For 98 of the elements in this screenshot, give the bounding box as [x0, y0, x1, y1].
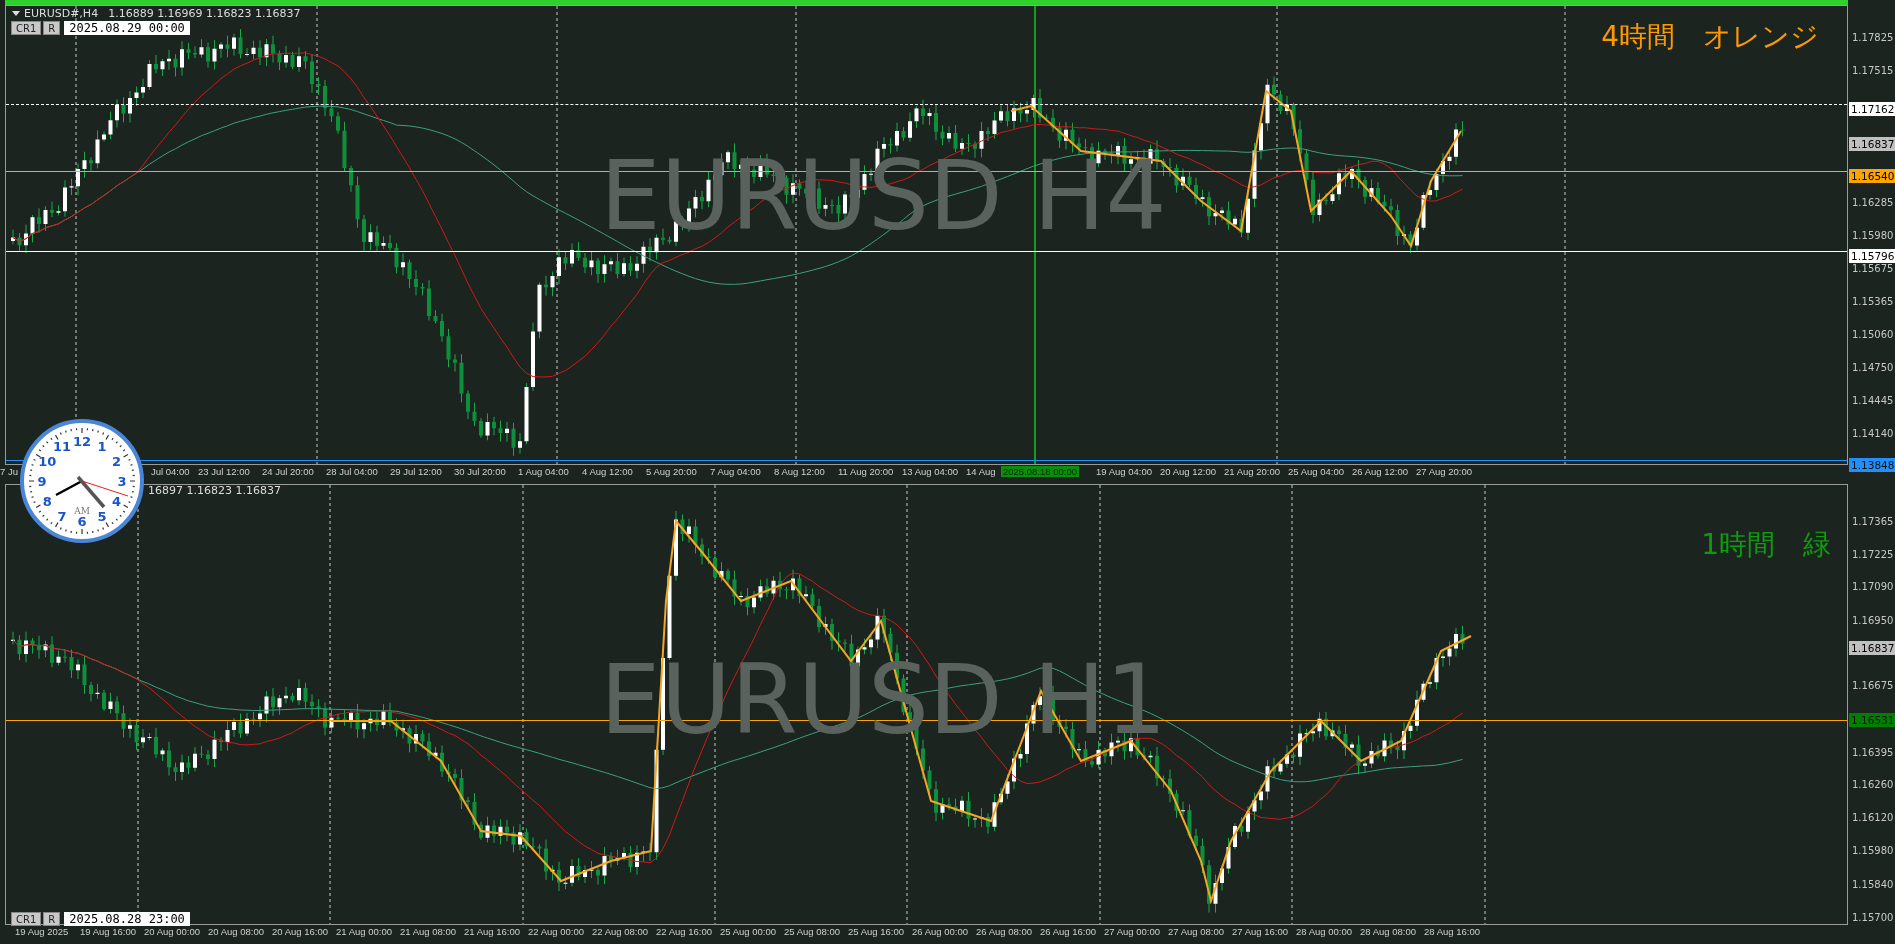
chart-note: 4時間 オレンジ	[1601, 19, 1819, 55]
chart-button[interactable]: R	[43, 912, 61, 926]
symbol-label: EURUSD#,H4	[24, 7, 99, 20]
price-label: 1.15840	[1852, 877, 1894, 892]
time-label: 27 Aug 16:00	[1232, 926, 1288, 937]
price-label: 1.16395	[1852, 745, 1894, 760]
time-label: 7 Ju	[0, 466, 18, 477]
time-label: 26 Aug 16:00	[1040, 926, 1096, 937]
clock-number: 4	[112, 494, 122, 509]
price-label: 1.16285	[1852, 196, 1894, 211]
time-label: 19 Aug 16:00	[80, 926, 136, 937]
price-label: 1.16120	[1852, 811, 1894, 826]
price-label: 1.16675	[1852, 679, 1894, 694]
price-label: 1.16950	[1852, 613, 1894, 628]
price-label: 1.17825	[1852, 31, 1894, 45]
time-label: 25 Aug 16:00	[848, 926, 904, 937]
time-label: 4 Aug 12:00	[582, 466, 633, 477]
clock-number: 2	[112, 454, 122, 469]
time-label: 11 Aug 20:00	[838, 466, 894, 477]
price-tag: 1.16837	[1849, 640, 1895, 655]
quote-text: 16897 1.16823 1.16837	[148, 484, 281, 497]
time-label: 5 Aug 20:00	[646, 466, 697, 477]
price-label: 1.15700	[1852, 911, 1894, 925]
time-label: 7 Aug 04:00	[710, 466, 761, 477]
time-label: 22 Aug 16:00	[656, 926, 712, 937]
clock-number: 11	[52, 439, 72, 455]
chart-button[interactable]: CR1	[11, 912, 42, 926]
am-label: AM	[74, 506, 90, 516]
price-label: 1.14140	[1852, 427, 1894, 441]
time-label: 28 Jul 04:00	[326, 466, 378, 477]
price-tag: 1.16540	[1849, 169, 1895, 184]
time-label: 25 Aug 00:00	[720, 926, 776, 937]
time-label: 22 Aug 00:00	[528, 926, 584, 937]
price-tag: 1.15796	[1849, 249, 1895, 264]
time-label: 27 Aug 20:00	[1416, 466, 1472, 477]
clock-number: 9	[37, 474, 47, 489]
clock-number: 3	[117, 474, 127, 489]
time-label: 28 Aug 00:00	[1296, 926, 1352, 937]
chart-button[interactable]: R	[43, 21, 61, 35]
clock-number: 6	[77, 514, 87, 529]
clock-number: 10	[38, 454, 57, 469]
price-label: 1.14445	[1852, 394, 1894, 409]
time-label: 13 Aug 04:00	[902, 466, 958, 477]
quote-text: 1.16889 1.16969 1.16823 1.16837	[108, 7, 301, 20]
price-tag: 1.16837	[1849, 137, 1895, 152]
date-field[interactable]: 2025.08.28 23:00	[64, 912, 190, 926]
time-label: 27 Aug 00:00	[1104, 926, 1160, 937]
clock-number: 1	[97, 439, 107, 455]
price-label: 1.14750	[1852, 361, 1894, 376]
cursor-time-tag: 2025.08.18 00:00	[1001, 466, 1079, 477]
time-label: 22 Aug 08:00	[592, 926, 648, 937]
price-label: 1.15060	[1852, 328, 1894, 343]
time-label: 20 Aug 16:00	[272, 926, 328, 937]
time-label: 1 Aug 04:00	[518, 466, 569, 477]
clock-number: 8	[42, 494, 52, 509]
price-label: 1.17515	[1852, 64, 1894, 79]
price-label: 1.17365	[1852, 515, 1894, 529]
clock-number: 7	[57, 508, 67, 524]
time-label: 21 Aug 16:00	[464, 926, 520, 937]
time-label: 21 Aug 20:00	[1224, 466, 1280, 477]
time-label: 8 Aug 12:00	[774, 466, 825, 477]
time-label: 30 Jul 20:00	[454, 466, 506, 477]
date-field[interactable]: 2025.08.29 00:00	[64, 21, 190, 35]
time-label: 24 Jul 20:00	[262, 466, 314, 477]
time-label: 28 Aug 16:00	[1424, 926, 1480, 937]
time-label: 26 Aug 12:00	[1352, 466, 1408, 477]
time-label: 14 Aug	[966, 466, 996, 477]
time-label: 19 Aug 04:00	[1096, 466, 1152, 477]
time-label: 19 Aug 2025	[15, 926, 69, 937]
time-label: 25 Aug 08:00	[784, 926, 840, 937]
time-label: 20 Aug 00:00	[144, 926, 200, 937]
time-label: Jul 04:00	[151, 466, 190, 477]
price-label: 1.17090	[1852, 580, 1894, 595]
clock-number: 12	[72, 434, 92, 449]
dropdown-icon[interactable]	[12, 10, 20, 17]
price-label: 1.15675	[1852, 262, 1894, 277]
clock-number: 5	[97, 508, 107, 524]
time-label: 20 Aug 12:00	[1160, 466, 1216, 477]
price-label: 1.17225	[1852, 548, 1894, 563]
time-label: 23 Jul 12:00	[198, 466, 250, 477]
time-label: 28 Aug 08:00	[1360, 926, 1416, 937]
time-label: 26 Aug 00:00	[912, 926, 968, 937]
chart-button[interactable]: CR1	[11, 21, 42, 35]
price-tag: 1.17162	[1849, 102, 1895, 117]
time-label: 21 Aug 00:00	[336, 926, 392, 937]
time-label: 26 Aug 08:00	[976, 926, 1032, 937]
time-label: 29 Jul 12:00	[390, 466, 442, 477]
time-label: 20 Aug 08:00	[208, 926, 264, 937]
time-label: 21 Aug 08:00	[400, 926, 456, 937]
price-tag: 1.16531	[1849, 713, 1895, 728]
price-label: 1.15980	[1852, 229, 1894, 244]
price-label: 1.15365	[1852, 295, 1894, 310]
time-label: 25 Aug 04:00	[1288, 466, 1344, 477]
price-label: 1.16260	[1852, 777, 1894, 792]
price-label: 1.15980	[1852, 844, 1894, 859]
chart-note: 1時間 緑	[1701, 527, 1831, 563]
price-tag: 1.13848	[1849, 458, 1895, 473]
time-label: 27 Aug 08:00	[1168, 926, 1224, 937]
